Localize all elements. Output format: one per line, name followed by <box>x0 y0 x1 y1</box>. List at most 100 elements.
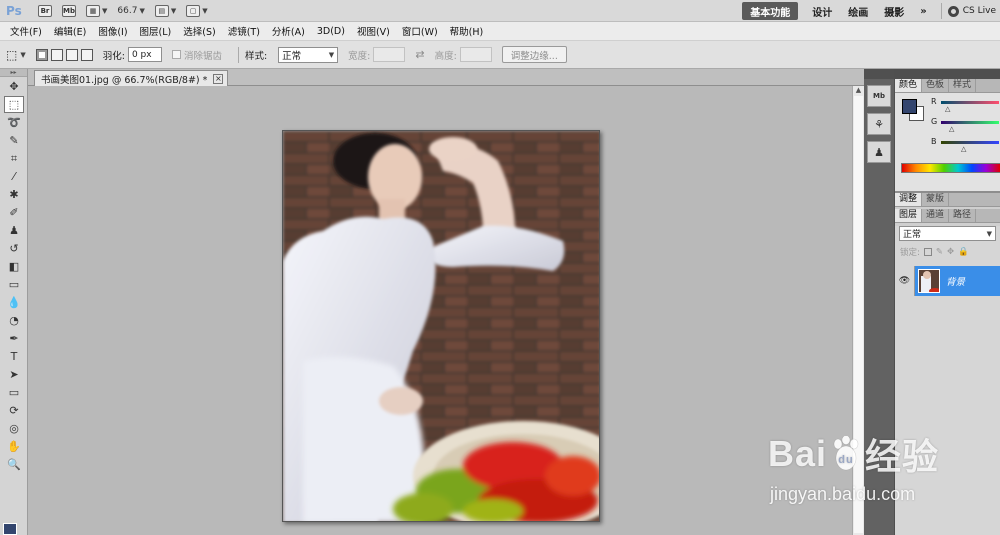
tool-preset-picker[interactable]: ⬚ ▼ <box>6 48 26 62</box>
hand-tool-icon[interactable]: ✋ <box>4 438 24 455</box>
tab-color[interactable]: 颜色 <box>895 79 923 92</box>
zoom-level-dropdown[interactable]: 66.7 ▼ <box>117 3 144 19</box>
blur-tool-icon[interactable]: 💧 <box>4 294 24 311</box>
screen-mode-button[interactable]: ▢ ▼ <box>186 3 208 19</box>
color-panel-tabs: 颜色 色板 样式 <box>895 79 1000 93</box>
mini-bridge-panel-button[interactable]: Mb <box>867 85 891 107</box>
panel-collapse-icon[interactable]: ▸▸ <box>0 69 27 77</box>
mini-bridge-button[interactable]: Mb <box>62 3 76 19</box>
red-gradient-bar <box>941 101 999 104</box>
feather-label: 羽化: <box>102 50 125 62</box>
menu-window[interactable]: 窗口(W) <box>396 24 444 38</box>
new-selection-button[interactable] <box>35 48 48 61</box>
lock-pixels-icon[interactable]: ✎ <box>936 247 943 257</box>
move-tool-icon[interactable]: ✥ <box>4 78 24 95</box>
tab-layers[interactable]: 图层 <box>895 209 923 222</box>
swap-dimensions-icon[interactable]: ⇄ <box>415 48 424 61</box>
3d-orbit-tool-icon[interactable]: ◎ <box>4 420 24 437</box>
dock-grip[interactable] <box>895 69 1000 79</box>
crop-tool-icon[interactable]: ⌗ <box>4 150 24 167</box>
arrange-documents-button[interactable]: ▤ ▼ <box>154 3 176 19</box>
menu-layer[interactable]: 图层(L) <box>134 24 178 38</box>
tab-swatches[interactable]: 色板 <box>922 79 950 92</box>
document-image[interactable] <box>282 130 600 522</box>
tab-masks[interactable]: 蒙版 <box>922 193 950 206</box>
close-icon[interactable]: × <box>213 73 224 84</box>
green-channel-slider[interactable]: G △ <box>931 117 1000 133</box>
arrange-icon: ▤ <box>154 4 169 17</box>
rectangular-marquee-tool-icon[interactable]: ⬚ <box>4 96 24 113</box>
menu-help[interactable]: 帮助(H) <box>444 24 490 38</box>
clone-source-panel-icon[interactable]: ♟ <box>867 141 891 163</box>
refine-edge-button[interactable]: 调整边缘... <box>501 46 567 63</box>
menu-image[interactable]: 图像(I) <box>92 24 133 38</box>
type-tool-icon[interactable]: T <box>4 348 24 365</box>
rectangle-tool-icon[interactable]: ▭ <box>4 384 24 401</box>
blue-gradient-bar <box>941 141 999 144</box>
foreground-color-swatch[interactable] <box>3 523 17 535</box>
paw-icon: du <box>830 435 862 472</box>
menu-view[interactable]: 视图(V) <box>351 24 396 38</box>
dock-grip[interactable] <box>864 69 894 79</box>
path-selection-tool-icon[interactable]: ➤ <box>4 366 24 383</box>
visibility-eye-icon[interactable]: 👁 <box>895 266 915 296</box>
tab-styles[interactable]: 样式 <box>949 79 977 92</box>
width-label: 宽度: <box>348 50 371 62</box>
height-input[interactable] <box>459 47 492 62</box>
eraser-tool-icon[interactable]: ◧ <box>4 258 24 275</box>
more-workspaces-button[interactable]: » <box>912 2 934 20</box>
blue-channel-slider[interactable]: B △ <box>931 137 1000 153</box>
lock-transparency-icon[interactable] <box>923 248 932 256</box>
lock-position-icon[interactable]: ✥ <box>947 247 954 257</box>
dodge-tool-icon[interactable]: ◔ <box>4 312 24 329</box>
feather-input[interactable]: 0 px <box>127 47 162 62</box>
workspace-painting[interactable]: 绘画 <box>840 2 876 20</box>
slider-thumb-icon[interactable]: △ <box>949 125 954 133</box>
slider-thumb-icon[interactable]: △ <box>961 145 966 153</box>
3d-rotate-tool-icon[interactable]: ⟳ <box>4 402 24 419</box>
canvas-area[interactable] <box>28 86 852 535</box>
document-tab[interactable]: 书画美图01.jpg @ 66.7%(RGB/8#) * × <box>34 70 229 86</box>
workspace-design[interactable]: 设计 <box>804 2 840 20</box>
lasso-tool-icon[interactable]: ➰ <box>4 114 24 131</box>
foreground-color-box[interactable] <box>902 99 917 114</box>
clone-stamp-tool-icon[interactable]: ♟ <box>4 222 24 239</box>
subtract-from-selection-button[interactable] <box>65 48 78 61</box>
menu-3d[interactable]: 3D(D) <box>311 26 351 37</box>
antialias-checkbox[interactable] <box>171 50 181 59</box>
color-spectrum-bar[interactable] <box>901 163 1000 173</box>
menu-analysis[interactable]: 分析(A) <box>266 24 311 38</box>
bridge-button[interactable]: Br <box>38 3 52 19</box>
eyedropper-tool-icon[interactable]: ⁄ <box>4 168 24 185</box>
menu-filter[interactable]: 滤镜(T) <box>222 24 266 38</box>
spot-healing-tool-icon[interactable]: ✱ <box>4 186 24 203</box>
gradient-tool-icon[interactable]: ▭ <box>4 276 24 293</box>
workspace-photography[interactable]: 摄影 <box>876 2 912 20</box>
intersect-selection-button[interactable] <box>80 48 93 61</box>
red-channel-slider[interactable]: R △ <box>931 97 1000 113</box>
tab-adjustments[interactable]: 调整 <box>895 193 923 206</box>
slider-thumb-icon[interactable]: △ <box>945 105 950 113</box>
brushes-panel-icon[interactable]: ⚘ <box>867 113 891 135</box>
style-select[interactable]: 正常 ▼ <box>278 46 339 63</box>
cs-live-button[interactable]: CS Live <box>947 5 1000 17</box>
quick-selection-tool-icon[interactable]: ✎ <box>4 132 24 149</box>
tab-channels[interactable]: 通道 <box>922 209 950 222</box>
view-extras-button[interactable]: ▦ ▼ <box>86 3 107 19</box>
width-input[interactable] <box>373 47 406 62</box>
history-brush-tool-icon[interactable]: ↺ <box>4 240 24 257</box>
layer-row-background[interactable]: 👁 背景 <box>895 266 1000 296</box>
scroll-up-icon[interactable]: ▲ <box>853 86 864 94</box>
lock-all-icon[interactable]: 🔒 <box>958 247 969 257</box>
pen-tool-icon[interactable]: ✒ <box>4 330 24 347</box>
add-to-selection-button[interactable] <box>50 48 63 61</box>
zoom-tool-icon[interactable]: 🔍 <box>4 456 24 473</box>
menu-edit[interactable]: 编辑(E) <box>48 24 92 38</box>
menu-select[interactable]: 选择(S) <box>177 24 221 38</box>
brush-tool-icon[interactable]: ✐ <box>4 204 24 221</box>
blend-mode-select[interactable]: 正常 ▼ <box>899 226 996 241</box>
tab-paths[interactable]: 路径 <box>949 209 977 222</box>
menu-file[interactable]: 文件(F) <box>4 24 48 38</box>
workspace-essentials[interactable]: 基本功能 <box>742 2 799 20</box>
layers-panel-tabs: 图层 通道 路径 <box>895 209 1000 223</box>
